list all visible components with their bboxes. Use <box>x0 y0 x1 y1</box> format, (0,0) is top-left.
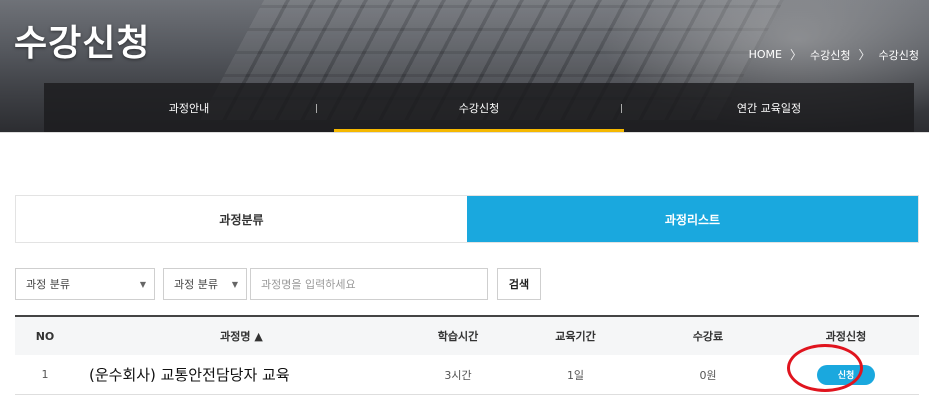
header-study-time: 학습시간 <box>437 330 479 343</box>
category-select-1-value: 과정 분류 <box>26 278 70 291</box>
breadcrumb-separator-icon: 〉 <box>858 48 871 62</box>
sub-navigation: 과정안내 수강신청 연간 교육일정 <box>44 83 914 132</box>
row-no: 1 <box>41 368 49 381</box>
highlight-circle <box>787 344 863 392</box>
category-tabs: 과정분류 과정리스트 <box>15 195 919 243</box>
row-fee: 0원 <box>699 368 717 382</box>
subnav-tab-course-info[interactable]: 과정안내 <box>44 83 334 132</box>
breadcrumb: HOME 〉 수강신청 〉 수강신청 <box>749 46 919 63</box>
chevron-down-icon: ▼ <box>139 279 146 289</box>
subnav-tab-enrollment[interactable]: 수강신청 <box>334 83 624 132</box>
table-header: NO 과정명 ▲ 학습시간 교육기간 수강료 과정신청 <box>15 315 919 355</box>
header-fee: 수강료 <box>692 330 724 343</box>
table-row: 1 (운수회사) 교통안전담당자 교육 3시간 1일 0원 신청 <box>15 355 919 395</box>
row-period: 1일 <box>566 368 585 382</box>
chevron-down-icon: ▼ <box>231 279 238 289</box>
course-table: NO 과정명 ▲ 학습시간 교육기간 수강료 과정신청 1 (운수회사) 교통안… <box>15 315 919 395</box>
breadcrumb-home[interactable]: HOME <box>749 48 782 61</box>
subnav-tab-annual-schedule[interactable]: 연간 교육일정 <box>624 83 914 132</box>
row-study-time: 3시간 <box>444 368 472 382</box>
subnav-divider <box>621 104 622 113</box>
category-select-1[interactable]: 과정 분류 ▼ <box>15 268 155 300</box>
breadcrumb-level1[interactable]: 수강신청 <box>810 47 850 63</box>
search-button[interactable]: 검색 <box>497 268 541 300</box>
header-no: NO <box>35 329 55 343</box>
subnav-divider <box>316 104 317 113</box>
category-select-2[interactable]: 과정 분류 ▼ <box>163 268 247 300</box>
category-select-2-value: 과정 분류 <box>174 278 218 291</box>
course-name-search-input[interactable] <box>250 268 488 300</box>
breadcrumb-separator-icon: 〉 <box>790 48 803 62</box>
page-title: 수강신청 <box>14 23 151 64</box>
breadcrumb-level2[interactable]: 수강신청 <box>879 47 919 63</box>
header-course-name[interactable]: 과정명 ▲ <box>75 317 408 355</box>
tab-course-category[interactable]: 과정분류 <box>16 196 467 242</box>
hero-banner: 수강신청 HOME 〉 수강신청 〉 수강신청 과정안내 수강신청 연간 교육일… <box>0 0 929 133</box>
tab-course-list[interactable]: 과정리스트 <box>467 196 918 242</box>
row-course-name[interactable]: (운수회사) 교통안전담당자 교육 <box>75 355 408 394</box>
header-period: 교육기간 <box>555 330 596 343</box>
